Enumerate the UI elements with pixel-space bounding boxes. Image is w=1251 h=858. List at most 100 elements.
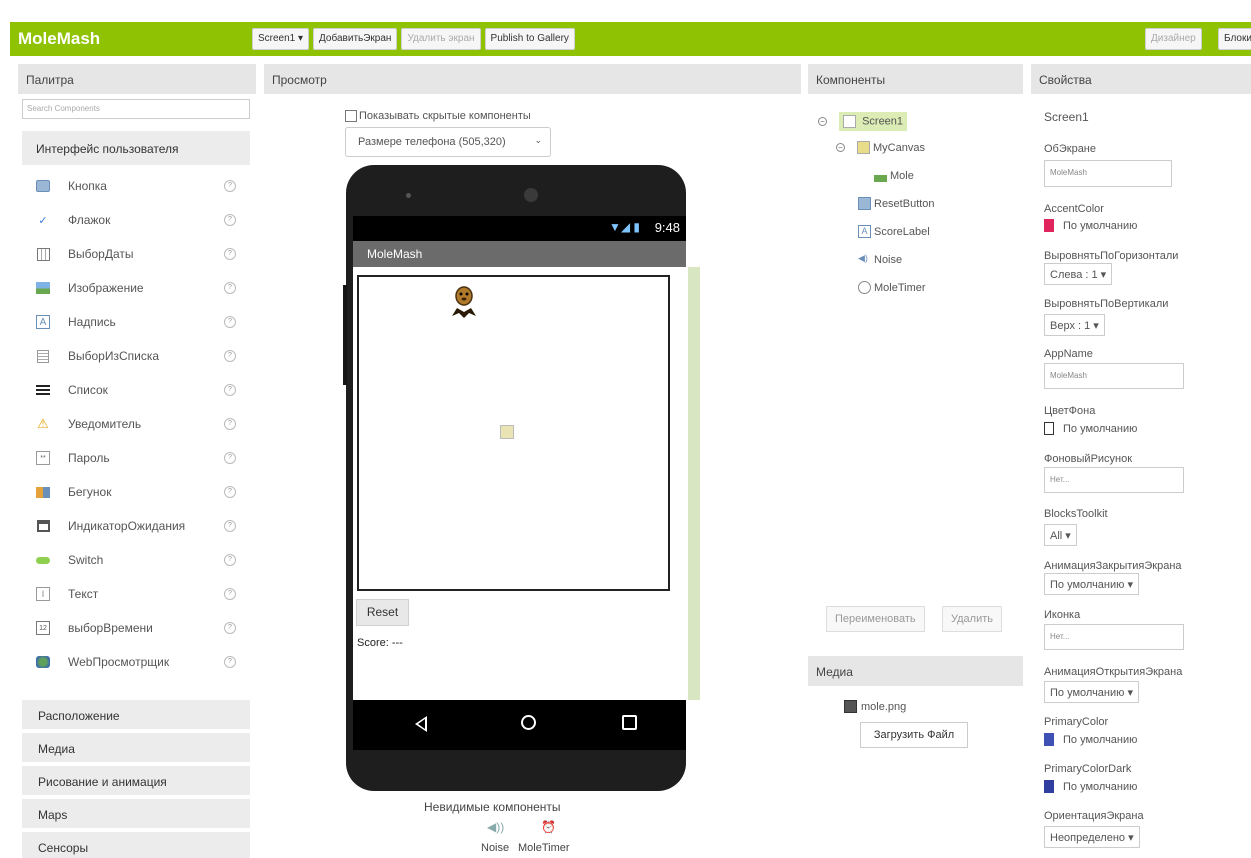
palette-header: Палитра (18, 64, 256, 94)
prop-appname-input[interactable]: MoleMash (1044, 363, 1184, 389)
show-hidden-label: Показывать скрытые компоненты (359, 110, 531, 122)
help-icon[interactable]: ? (224, 316, 236, 328)
tree-item-resetbutton[interactable]: ResetButton (858, 197, 935, 210)
tree-item-moletimer[interactable]: MoleTimer (858, 281, 926, 294)
prop-about-input[interactable]: MoleMash (1044, 160, 1172, 187)
properties-header: Свойства (1031, 64, 1251, 94)
palette-item-label: Флажок (68, 213, 111, 227)
category-drawing-animation[interactable]: Рисование и анимация (22, 765, 250, 795)
label-icon: A (858, 225, 871, 238)
help-icon[interactable]: ? (224, 248, 236, 260)
media-file-item[interactable]: mole.png (844, 700, 906, 713)
invisible-moletimer[interactable]: MoleTimer (518, 842, 570, 854)
palette-item-image[interactable]: Изображение ? (22, 271, 250, 305)
prop-bgimage-input[interactable]: Нет... (1044, 467, 1184, 493)
category-maps[interactable]: Maps (22, 798, 250, 828)
prop-bgcolor-color[interactable]: По умолчанию (1044, 422, 1137, 435)
palette-item-button[interactable]: Кнопка ? (22, 169, 250, 203)
palette-item-notifier[interactable]: ⚠ Уведомитель ? (22, 407, 250, 441)
palette-item-webviewer[interactable]: WebПросмотрщик ? (22, 645, 250, 679)
clock-icon (858, 281, 871, 294)
help-icon[interactable]: ? (224, 418, 236, 430)
prop-open-anim-select[interactable]: По умолчанию ▾ (1044, 681, 1139, 703)
palette-item-timepicker[interactable]: 12 выборВремени ? (22, 611, 250, 645)
palette-item-label: Изображение (68, 281, 144, 295)
list-view-icon (36, 383, 50, 397)
tree-item-screen1[interactable]: − Screen1 (818, 112, 908, 131)
category-layout[interactable]: Расположение (22, 699, 250, 729)
prop-primary-dark-label: PrimaryColorDark (1044, 763, 1132, 775)
phone-size-dropdown[interactable]: Размере телефона (505,320) ⌄ (345, 127, 551, 157)
palette-item-password[interactable]: ** Пароль ? (22, 441, 250, 475)
help-icon[interactable]: ? (224, 588, 236, 600)
rename-button[interactable]: Переименовать (826, 606, 925, 632)
upload-file-button[interactable]: Загрузить Файл (860, 722, 968, 748)
invisible-noise[interactable]: Noise (481, 842, 509, 854)
mole-sprite[interactable] (451, 282, 477, 322)
screen-title-bar: MoleMash (353, 241, 686, 267)
category-sensors[interactable]: Сенсоры (22, 831, 250, 858)
prop-toolkit-select[interactable]: All ▾ (1044, 524, 1077, 546)
help-icon[interactable]: ? (224, 656, 236, 668)
prop-orientation-select[interactable]: Неопределено ▾ (1044, 826, 1140, 848)
search-components-input[interactable]: Search Components (22, 99, 250, 119)
help-icon[interactable]: ? (224, 282, 236, 294)
designer-button[interactable]: Дизайнер (1145, 28, 1202, 50)
show-hidden-checkbox[interactable] (345, 110, 357, 122)
category-media[interactable]: Медиа (22, 732, 250, 762)
palette-item-textbox[interactable]: I Текст ? (22, 577, 250, 611)
prop-close-anim-select[interactable]: По умолчанию ▾ (1044, 573, 1139, 595)
help-icon[interactable]: ? (224, 622, 236, 634)
image-sprite-icon (874, 169, 887, 182)
ui-category-header[interactable]: Интерфейс пользователя (22, 131, 250, 165)
tree-item-scorelabel[interactable]: A ScoreLabel (858, 225, 930, 238)
prop-accent-color[interactable]: По умолчанию (1044, 219, 1137, 232)
reset-button[interactable]: Reset (356, 599, 409, 626)
screen-selector-button[interactable]: Screen1 ▾ (252, 28, 310, 50)
help-icon[interactable]: ? (224, 554, 236, 566)
palette-item-datepicker[interactable]: ВыборДаты ? (22, 237, 250, 271)
palette-item-listpicker[interactable]: ВыборИзСписка ? (22, 339, 250, 373)
delete-button[interactable]: Удалить (942, 606, 1002, 632)
prop-toolkit-label: BlocksToolkit (1044, 508, 1108, 520)
help-icon[interactable]: ? (224, 520, 236, 532)
palette-item-spinner[interactable]: ИндикаторОжидания ? (22, 509, 250, 543)
tree-item-noise[interactable]: ◀) Noise (858, 253, 902, 266)
label-icon: A (36, 315, 50, 329)
password-icon: ** (36, 451, 50, 465)
button-icon (36, 179, 50, 193)
recent-apps-icon[interactable] (622, 715, 637, 730)
help-icon[interactable]: ? (224, 180, 236, 192)
blocks-button[interactable]: Блоки (1218, 28, 1251, 50)
add-screen-button[interactable]: ДобавитьЭкран (313, 28, 398, 50)
prop-primary-color[interactable]: По умолчанию (1044, 733, 1137, 746)
collapse-icon[interactable]: − (818, 117, 827, 126)
palette-item-listview[interactable]: Список ? (22, 373, 250, 407)
help-icon[interactable]: ? (224, 384, 236, 396)
components-header: Компоненты (808, 64, 1023, 94)
remove-screen-button[interactable]: Удалить экран (401, 28, 481, 50)
prop-icon-input[interactable]: Нет... (1044, 624, 1184, 650)
prop-about-label: ОбЭкране (1044, 143, 1097, 155)
show-hidden-components[interactable]: Показывать скрытые компоненты (345, 110, 531, 122)
help-icon[interactable]: ? (224, 486, 236, 498)
publish-to-gallery-button[interactable]: Publish to Gallery (484, 28, 575, 50)
help-icon[interactable]: ? (224, 452, 236, 464)
help-icon[interactable]: ? (224, 214, 236, 226)
tree-item-screen1-selected[interactable]: Screen1 (839, 112, 908, 131)
collapse-icon[interactable]: − (836, 143, 845, 152)
tree-label: Noise (874, 253, 903, 266)
palette-item-switch[interactable]: Switch ? (22, 543, 250, 577)
home-icon[interactable] (521, 715, 536, 730)
palette-item-checkbox[interactable]: ✓ Флажок ? (22, 203, 250, 237)
prop-halign-select[interactable]: Слева : 1 ▾ (1044, 263, 1113, 285)
tree-item-mole[interactable]: Mole (874, 169, 914, 182)
prop-primary-dark-color[interactable]: По умолчанию (1044, 780, 1137, 793)
tree-item-mycanvas[interactable]: − MyCanvas (836, 141, 925, 154)
palette-item-label[interactable]: A Надпись ? (22, 305, 250, 339)
help-icon[interactable]: ? (224, 350, 236, 362)
prop-valign-select[interactable]: Верх : 1 ▾ (1044, 314, 1105, 336)
screen-scrollbar[interactable] (688, 267, 700, 700)
palette-item-slider[interactable]: Бегунок ? (22, 475, 250, 509)
canvas-background-icon (500, 425, 514, 439)
